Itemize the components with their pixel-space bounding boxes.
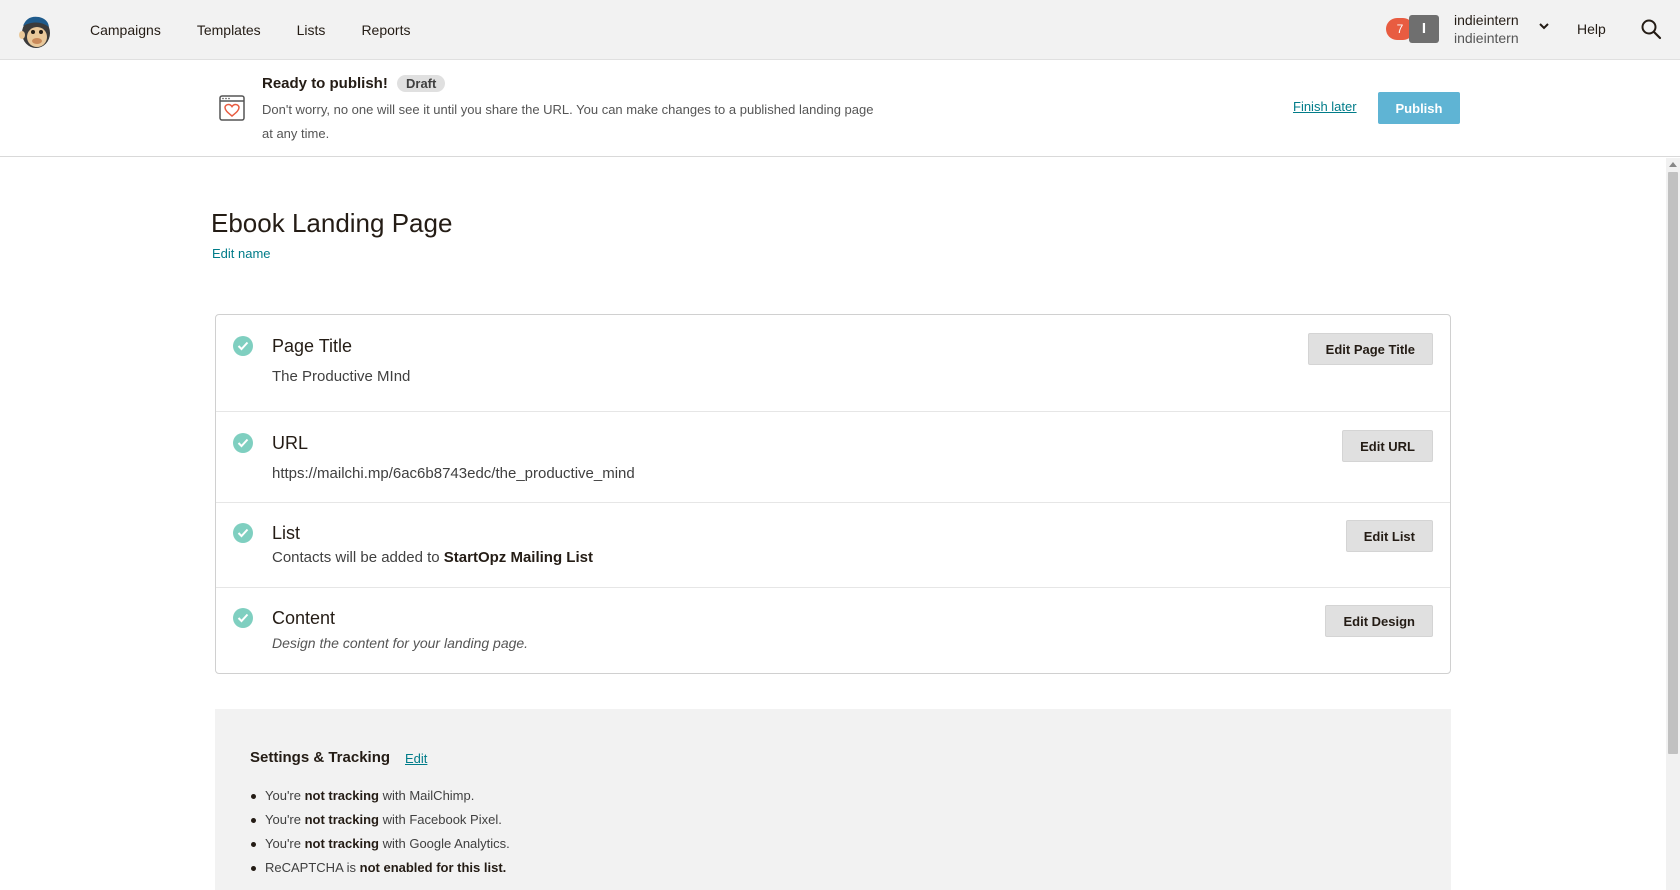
settings-item-text: You're xyxy=(265,836,305,851)
settings-tracking-panel: Settings & Tracking Edit You're not trac… xyxy=(215,709,1451,890)
checklist-value-list: Contacts will be added to StartOpz Maili… xyxy=(272,549,593,566)
settings-item-text: ReCAPTCHA is xyxy=(265,860,360,875)
status-badge: Draft xyxy=(397,75,446,92)
top-nav: Campaigns Templates Lists Reports 7 I in… xyxy=(0,0,1680,60)
settings-item-mailchimp: You're not tracking with MailChimp. xyxy=(250,784,510,808)
checklist-row-content: Content Design the content for your land… xyxy=(216,588,1450,673)
avatar[interactable]: I xyxy=(1409,15,1439,43)
account-user-name: indieintern xyxy=(1454,12,1519,28)
settings-item-recaptcha: ReCAPTCHA is not enabled for this list. xyxy=(250,856,510,880)
edit-list-button[interactable]: Edit List xyxy=(1345,520,1433,552)
main-nav: Campaigns Templates Lists Reports xyxy=(90,0,446,60)
settings-item-text: with MailChimp. xyxy=(379,788,475,803)
checklist-value-content: Design the content for your landing page… xyxy=(272,635,529,651)
scroll-up-arrow[interactable] xyxy=(1669,162,1677,167)
settings-item-strong: not enabled for this list. xyxy=(359,860,507,875)
nav-campaigns[interactable]: Campaigns xyxy=(90,22,161,38)
publish-title: Ready to publish! xyxy=(262,75,388,92)
settings-item-text: You're xyxy=(265,812,305,827)
account-org-name: indieintern xyxy=(1454,30,1519,46)
scrollbar-thumb[interactable] xyxy=(1668,172,1678,754)
nav-reports[interactable]: Reports xyxy=(361,22,410,38)
chevron-down-icon[interactable] xyxy=(1536,18,1552,34)
checklist-value-page-title: The Productive MInd xyxy=(272,368,411,385)
list-name: StartOpz Mailing List xyxy=(443,549,593,566)
settings-item-google-analytics: You're not tracking with Google Analytic… xyxy=(250,832,510,856)
checklist-row-page-title: Page Title The Productive MInd Edit Page… xyxy=(216,315,1450,412)
checklist-label-page-title: Page Title xyxy=(272,336,353,356)
check-icon xyxy=(233,336,253,356)
check-icon xyxy=(233,523,253,543)
settings-item-strong: not tracking xyxy=(304,836,379,851)
edit-name-link[interactable]: Edit name xyxy=(212,246,271,261)
checklist-label-list: List xyxy=(272,523,301,543)
account-menu[interactable]: indieintern indieintern xyxy=(1454,11,1519,47)
checklist-value-url: https://mailchi.mp/6ac6b8743edc/the_prod… xyxy=(272,465,635,482)
settings-item-strong: not tracking xyxy=(304,788,379,803)
checklist-row-url: URL https://mailchi.mp/6ac6b8743edc/the_… xyxy=(216,412,1450,503)
checklist-label-content: Content xyxy=(272,608,336,628)
finish-later-link[interactable]: Finish later xyxy=(1293,99,1357,114)
settings-item-text: You're xyxy=(265,788,305,803)
settings-item-text: with Google Analytics. xyxy=(379,836,510,851)
settings-title: Settings & Tracking xyxy=(250,749,391,766)
checklist-label-url: URL xyxy=(272,433,309,453)
page-title: Ebook Landing Page xyxy=(211,208,453,238)
landing-page-icon xyxy=(219,95,245,121)
checklist-card: Page Title The Productive MInd Edit Page… xyxy=(215,314,1451,674)
check-icon xyxy=(233,433,253,453)
settings-edit-link[interactable]: Edit xyxy=(405,751,427,766)
publish-description: Don't worry, no one will see it until yo… xyxy=(262,102,874,141)
publish-button[interactable]: Publish xyxy=(1378,92,1460,124)
edit-page-title-button[interactable]: Edit Page Title xyxy=(1307,333,1433,365)
mailchimp-logo-icon[interactable] xyxy=(17,12,55,50)
list-value-prefix: Contacts will be added to xyxy=(272,549,444,566)
nav-templates[interactable]: Templates xyxy=(197,22,261,38)
publish-bar: Ready to publish! Draft Don't worry, no … xyxy=(0,60,1680,157)
nav-lists[interactable]: Lists xyxy=(297,22,326,38)
settings-list: You're not tracking with MailChimp. You'… xyxy=(250,784,510,880)
help-link[interactable]: Help xyxy=(1577,21,1606,37)
settings-item-strong: not tracking xyxy=(304,812,379,827)
settings-item-facebook-pixel: You're not tracking with Facebook Pixel. xyxy=(250,808,510,832)
settings-item-text: with Facebook Pixel. xyxy=(379,812,502,827)
checklist-row-list: List Contacts will be added to StartOpz … xyxy=(216,503,1450,588)
edit-url-button[interactable]: Edit URL xyxy=(1342,430,1433,462)
edit-design-button[interactable]: Edit Design xyxy=(1325,605,1433,637)
search-icon[interactable] xyxy=(1640,18,1662,40)
check-icon xyxy=(233,608,253,628)
